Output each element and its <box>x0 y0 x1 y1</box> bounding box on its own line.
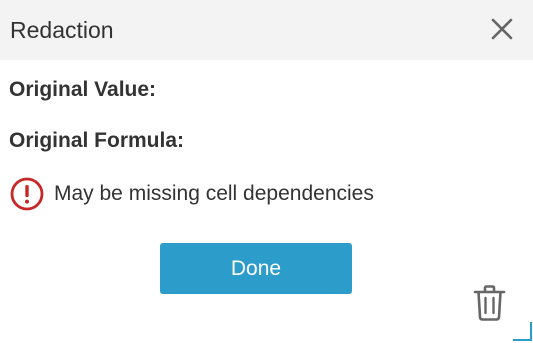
exclamation-circle-icon <box>10 177 44 211</box>
done-button[interactable]: Done <box>160 243 352 294</box>
original-value-label: Original Value: <box>9 78 157 101</box>
dialog-title: Redaction <box>10 17 114 43</box>
warning-message: May be missing cell dependencies <box>10 177 374 211</box>
dialog-header: Redaction <box>0 0 533 60</box>
close-icon[interactable] <box>489 16 515 42</box>
original-formula-label: Original Formula: <box>9 129 185 152</box>
resize-handle-icon[interactable] <box>512 321 532 341</box>
redaction-dialog: Redaction Original Value: Original Formu… <box>0 0 533 343</box>
warning-text: May be missing cell dependencies <box>54 182 374 205</box>
trash-icon[interactable] <box>473 284 506 322</box>
